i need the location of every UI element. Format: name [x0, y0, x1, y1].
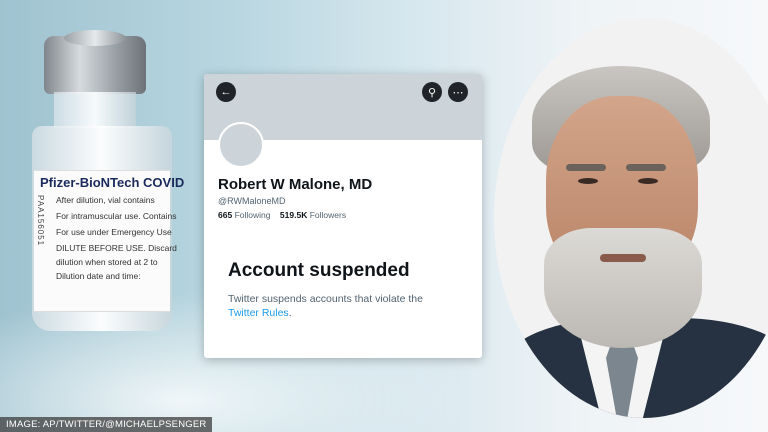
following-label: Following: [234, 210, 271, 220]
more-icon: ⋯: [452, 86, 464, 99]
search-button[interactable]: ⚲: [422, 82, 442, 102]
avatar[interactable]: [218, 122, 264, 168]
followers-link[interactable]: 519.5K Followers: [280, 210, 346, 220]
rules-suffix: .: [288, 307, 292, 319]
back-button[interactable]: ←: [216, 82, 236, 102]
following-count: 665: [218, 210, 233, 220]
arrow-left-icon: ←: [220, 86, 232, 98]
twitter-rules-link[interactable]: Twitter Rules: [228, 307, 289, 319]
followers-label: Followers: [309, 210, 347, 220]
vial-cap-top: [64, 30, 126, 46]
vial-label-line: For intramuscular use. Contains: [56, 211, 177, 221]
suspension-notice: Twitter suspends accounts that violate t…: [228, 292, 468, 320]
more-button[interactable]: ⋯: [448, 82, 468, 102]
vial-label: Pfizer-BioNTech COVID PAA156051 After di…: [34, 170, 184, 312]
vial-label-line: For use under Emergency Use: [56, 227, 172, 237]
following-link[interactable]: 665 Following: [218, 210, 270, 220]
portrait-mouth: [600, 254, 646, 262]
twitter-profile-card: ← ⚲ ⋯ Robert W Malone, MD @RWMaloneMD 66…: [204, 74, 482, 358]
vial-label-line: DILUTE BEFORE USE. Discard: [56, 243, 177, 253]
followers-count: 519.5K: [279, 210, 308, 220]
search-icon: ⚲: [427, 86, 437, 99]
image-credit: IMAGE: AP/TWITTER/@MICHAELPSENGER: [0, 417, 213, 432]
portrait-eye: [638, 178, 658, 184]
vaccine-vial-image: Pfizer-BioNTech COVID PAA156051 After di…: [18, 30, 188, 340]
account-suspended-title: Account suspended: [228, 260, 410, 281]
follow-stats: 665 Following 519.5K Followers: [218, 210, 346, 220]
vial-label-line: After dilution, vial contains: [56, 195, 155, 205]
suspension-text: Twitter suspends accounts that violate t…: [228, 293, 423, 305]
profile-handle: @RWMaloneMD: [218, 196, 286, 206]
portrait-beard: [544, 228, 702, 348]
portrait-eyebrow: [626, 164, 666, 171]
portrait-eye: [578, 178, 598, 184]
vial-label-line: dilution when stored at 2 to: [56, 257, 158, 267]
profile-display-name: Robert W Malone, MD: [218, 176, 373, 193]
vial-neck: [54, 92, 136, 128]
portrait-eyebrow: [566, 164, 606, 171]
vial-label-line: Dilution date and time:: [56, 271, 141, 281]
vial-lot-code: PAA156051: [36, 195, 45, 247]
vial-brand: Pfizer-BioNTech COVID: [40, 175, 185, 190]
